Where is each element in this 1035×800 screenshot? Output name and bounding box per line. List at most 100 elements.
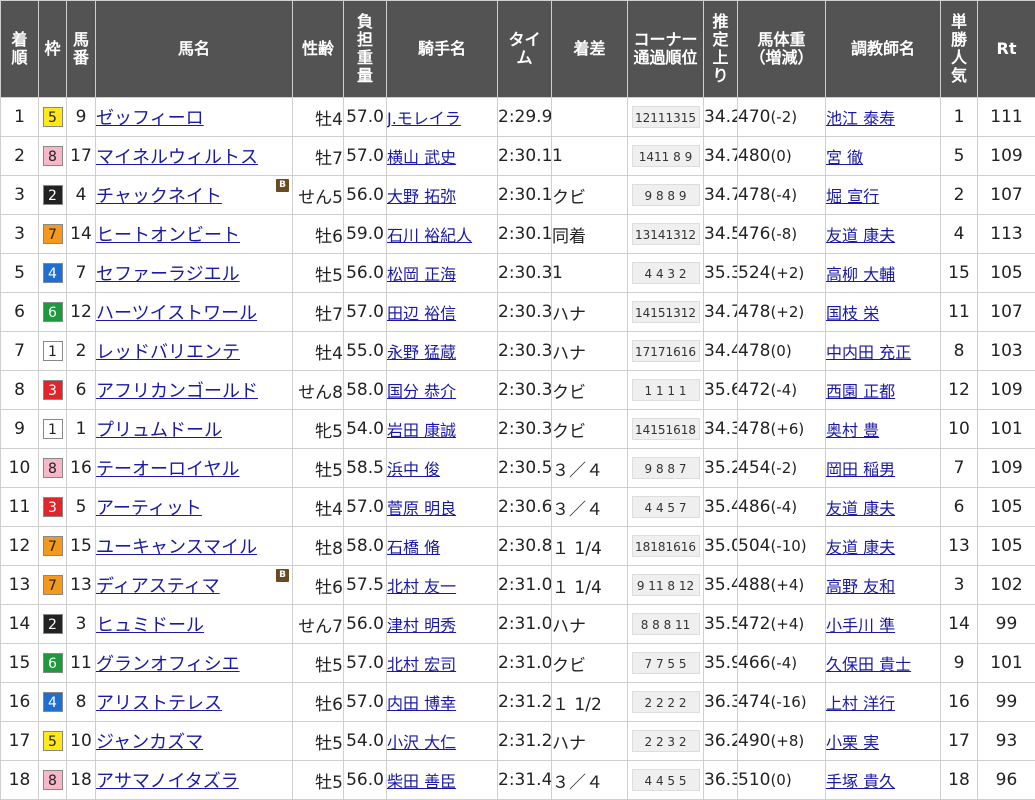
horse-name-cell: ハーツイストワール xyxy=(95,292,293,332)
horse-number-cell: 7 xyxy=(66,253,96,293)
body-weight-value: 480 xyxy=(738,146,771,166)
header-margin: 着差 xyxy=(551,0,628,98)
horse-name-link[interactable]: セファーラジエル xyxy=(97,264,240,285)
jockey-link[interactable]: 内田 博幸 xyxy=(388,694,457,713)
rating-cell: 107 xyxy=(977,292,1035,332)
time-cell: 2:30.3 xyxy=(497,253,552,293)
trainer-link[interactable]: 小手川 準 xyxy=(827,616,896,635)
margin-cell xyxy=(551,97,628,137)
trainer-link[interactable]: 西園 正都 xyxy=(827,382,896,401)
jockey-link[interactable]: 大野 拓弥 xyxy=(388,187,457,206)
popularity-cell: 11 xyxy=(940,292,978,332)
jockey-link[interactable]: 小沢 大仁 xyxy=(388,733,457,752)
horse-name-link[interactable]: アーティット xyxy=(97,498,202,519)
trainer-link[interactable]: 国枝 栄 xyxy=(827,304,880,323)
jockey-link[interactable]: 菅原 明良 xyxy=(388,499,457,518)
trainer-link[interactable]: 高野 友和 xyxy=(827,577,896,596)
jockey-link[interactable]: 浜中 俊 xyxy=(388,460,441,479)
trainer-link[interactable]: 友道 康夫 xyxy=(827,499,896,518)
jockey-link[interactable]: 津村 明秀 xyxy=(388,616,457,635)
horse-name-link[interactable]: ヒートオンビート xyxy=(97,225,241,246)
corner-cell: 13141312 xyxy=(627,214,704,254)
trainer-link[interactable]: 友道 康夫 xyxy=(827,226,896,245)
jockey-link[interactable]: 石橋 脩 xyxy=(388,538,441,557)
time-cell: 2:30.8 xyxy=(497,526,552,566)
body-weight-value: 476 xyxy=(738,224,771,244)
last3f-cell: 34.7 xyxy=(703,292,738,332)
body-weight-diff: (-8) xyxy=(770,225,798,243)
trainer-link[interactable]: 上村 洋行 xyxy=(827,694,896,713)
horse-name-link[interactable]: アサマノイタズラ xyxy=(97,771,239,792)
jockey-link[interactable]: 岩田 康誠 xyxy=(388,421,457,440)
trainer-cell: 小手川 準 xyxy=(825,604,941,644)
waku-badge: 8 xyxy=(42,146,63,166)
time-cell: 2:30.3 xyxy=(497,331,552,371)
table-row: 17 5 10 ジャンカズマ 牡5 54.0 小沢 大仁 2:31.2 ハナ 2 2 3 2 36.… xyxy=(0,721,1035,761)
margin-cell: ハナ xyxy=(551,721,628,761)
horse-name-link[interactable]: アリストテレス xyxy=(97,693,223,714)
jockey-link[interactable]: 北村 宏司 xyxy=(388,655,457,674)
rating-cell: 107 xyxy=(977,175,1035,215)
rank-cell: 8 xyxy=(0,370,39,410)
trainer-link[interactable]: 奥村 豊 xyxy=(827,421,880,440)
last3f-cell: 35.0 xyxy=(703,526,738,566)
jockey-link[interactable]: 石川 裕紀人 xyxy=(388,226,473,245)
trainer-link[interactable]: 中内田 充正 xyxy=(827,343,912,362)
horse-name-link[interactable]: ジャンカズマ xyxy=(97,732,204,753)
body-weight-cell: 486(-4) xyxy=(737,487,826,527)
horse-number-cell: 3 xyxy=(66,604,96,644)
sex-age-cell: 牡6 xyxy=(292,565,344,605)
horse-name-link[interactable]: マイネルウィルトス xyxy=(97,147,259,168)
horse-name-link[interactable]: レッドバリエンテ xyxy=(97,342,241,363)
trainer-link[interactable]: 小栗 実 xyxy=(827,733,880,752)
trainer-link[interactable]: 池江 泰寿 xyxy=(827,109,896,128)
horse-name-link[interactable]: ゼッフィーロ xyxy=(97,108,204,129)
rating-cell: 113 xyxy=(977,214,1035,254)
horse-name-link[interactable]: ハーツイストワール xyxy=(97,303,258,324)
horse-name-link[interactable]: チャックネイト xyxy=(97,186,222,207)
carried-weight-cell: 58.5 xyxy=(343,448,387,488)
body-weight-value: 478 xyxy=(738,185,771,205)
rating-cell: 96 xyxy=(977,760,1035,800)
carried-weight-cell: 57.0 xyxy=(343,136,387,176)
horse-name-cell: ジャンカズマ xyxy=(95,721,293,761)
trainer-link[interactable]: 久保田 貴士 xyxy=(827,655,912,674)
table-row: 11 3 5 アーティット 牡4 57.0 菅原 明良 2:30.6 ３／４ 4 4 5 7 35.… xyxy=(0,487,1035,527)
waku-badge: 7 xyxy=(42,224,63,244)
jockey-link[interactable]: 北村 友一 xyxy=(388,577,457,596)
corner-positions: 9 8 8 9 xyxy=(631,184,700,206)
time-cell: 2:31.0 xyxy=(497,643,552,683)
corner-positions: 1411 8 9 xyxy=(631,145,700,167)
rating-cell: 109 xyxy=(977,136,1035,176)
jockey-link[interactable]: J.モレイラ xyxy=(388,109,461,128)
body-weight-diff: (0) xyxy=(770,771,792,789)
rank-cell: 15 xyxy=(0,643,39,683)
horse-name-link[interactable]: ヒュミドール xyxy=(97,615,205,636)
horse-name-link[interactable]: ユーキャンスマイル xyxy=(97,537,258,558)
carried-weight-cell: 57.0 xyxy=(343,643,387,683)
horse-name-link[interactable]: アフリカンゴールド xyxy=(97,381,259,402)
trainer-link[interactable]: 手塚 貴久 xyxy=(827,772,896,791)
margin-cell: １ 1/4 xyxy=(551,526,628,566)
body-weight-diff: (+2) xyxy=(770,264,805,282)
trainer-link[interactable]: 友道 康夫 xyxy=(827,538,896,557)
trainer-link[interactable]: 高柳 大輔 xyxy=(827,265,896,284)
jockey-link[interactable]: 永野 猛蔵 xyxy=(388,343,457,362)
jockey-link[interactable]: 田辺 裕信 xyxy=(388,304,457,323)
horse-name-link[interactable]: ディアスティマ xyxy=(97,576,220,597)
trainer-link[interactable]: 岡田 稲男 xyxy=(827,460,896,479)
horse-name-link[interactable]: グランオフィシエ xyxy=(97,654,240,675)
sex-age-cell: 牡5 xyxy=(292,760,344,800)
jockey-link[interactable]: 松岡 正海 xyxy=(388,265,457,284)
popularity-cell: 15 xyxy=(940,253,978,293)
horse-name-link[interactable]: テーオーロイヤル xyxy=(97,459,240,480)
horse-name-link[interactable]: プリュムドール xyxy=(97,420,223,441)
rating-cell: 109 xyxy=(977,370,1035,410)
jockey-link[interactable]: 柴田 善臣 xyxy=(388,772,457,791)
corner-positions: 4 4 3 2 xyxy=(631,262,700,284)
trainer-link[interactable]: 堀 宣行 xyxy=(827,187,880,206)
body-weight-value: 466 xyxy=(738,653,771,673)
trainer-link[interactable]: 宮 徹 xyxy=(827,148,864,167)
jockey-link[interactable]: 横山 武史 xyxy=(388,148,457,167)
jockey-link[interactable]: 国分 恭介 xyxy=(388,382,457,401)
